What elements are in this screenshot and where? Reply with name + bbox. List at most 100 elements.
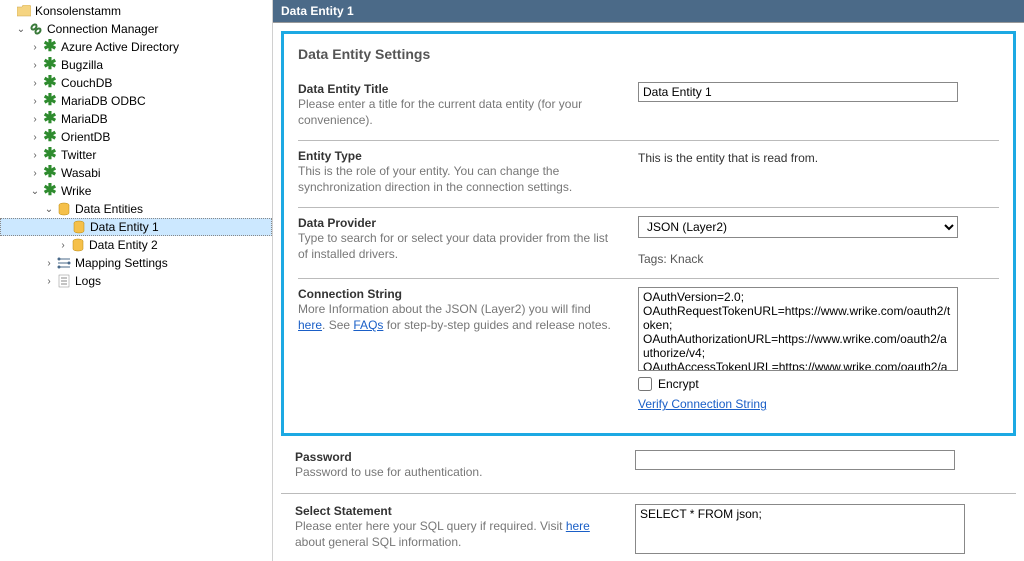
asterisk-icon: ✱ (42, 165, 58, 181)
collapse-icon[interactable]: ⌄ (28, 184, 42, 198)
content-area: Data Entity Settings Data Entity Title P… (273, 23, 1024, 561)
field-label: Password (295, 450, 615, 464)
verify-connection-link[interactable]: Verify Connection String (638, 397, 999, 411)
logs-icon (56, 273, 72, 289)
tree-item-mapping-settings[interactable]: › Mapping Settings (0, 254, 272, 272)
field-description: More Information about the JSON (Layer2)… (298, 302, 618, 333)
database-icon (70, 237, 86, 253)
expand-icon[interactable]: › (28, 94, 42, 108)
collapse-icon[interactable]: ⌄ (14, 22, 28, 36)
expander-icon (2, 4, 16, 18)
tree-item-mariadb-odbc[interactable]: › ✱ MariaDB ODBC (0, 92, 272, 110)
expand-icon[interactable]: › (56, 238, 70, 252)
asterisk-icon: ✱ (42, 57, 58, 73)
tree-item-data-entities[interactable]: ⌄ Data Entities (0, 200, 272, 218)
settings-highlight-box: Data Entity Settings Data Entity Title P… (281, 31, 1016, 436)
field-data-provider: Data Provider Type to search for or sele… (298, 208, 999, 279)
tree-label: Connection Manager (47, 22, 158, 36)
tree-item-couchdb[interactable]: › ✱ CouchDB (0, 74, 272, 92)
tree-item-logs[interactable]: › Logs (0, 272, 272, 290)
connection-string-textarea[interactable] (638, 287, 958, 371)
tree-item-wrike[interactable]: ⌄ ✱ Wrike (0, 182, 272, 200)
asterisk-icon: ✱ (42, 93, 58, 109)
mapping-icon (56, 255, 72, 271)
chain-icon (28, 21, 44, 37)
here-link[interactable]: here (566, 519, 590, 533)
tree-item-data-entity-1[interactable]: Data Entity 1 (0, 218, 272, 236)
field-description: Please enter here your SQL query if requ… (295, 519, 615, 550)
asterisk-icon: ✱ (42, 147, 58, 163)
expander-icon (57, 220, 71, 234)
page-title-bar: Data Entity 1 (273, 0, 1024, 23)
password-input[interactable] (635, 450, 955, 470)
tags-text: Tags: Knack (638, 252, 999, 266)
select-statement-textarea[interactable] (635, 504, 965, 554)
tree-connection-manager[interactable]: ⌄ Connection Manager (0, 20, 272, 38)
field-password: Password Password to use for authenticat… (281, 440, 1016, 494)
tree-item-aad[interactable]: › ✱ Azure Active Directory (0, 38, 272, 56)
tree-label: OrientDB (61, 130, 110, 144)
tree-label: Twitter (61, 148, 96, 162)
expand-icon[interactable]: › (28, 40, 42, 54)
database-icon (71, 219, 87, 235)
tree-label: Logs (75, 274, 101, 288)
data-provider-select[interactable]: JSON (Layer2) (638, 216, 958, 238)
asterisk-icon: ✱ (42, 39, 58, 55)
tree-label: Wrike (61, 184, 91, 198)
tree-item-wasabi[interactable]: › ✱ Wasabi (0, 164, 272, 182)
expand-icon[interactable]: › (28, 148, 42, 162)
expand-icon[interactable]: › (42, 256, 56, 270)
collapse-icon[interactable]: ⌄ (42, 202, 56, 216)
expand-icon[interactable]: › (42, 274, 56, 288)
tree-label: MariaDB ODBC (61, 94, 146, 108)
tree-label: MariaDB (61, 112, 108, 126)
tree-label: Data Entity 2 (89, 238, 158, 252)
main-panel: Data Entity 1 Data Entity Settings Data … (273, 0, 1024, 561)
asterisk-icon: ✱ (42, 129, 58, 145)
field-description: Please enter a title for the current dat… (298, 97, 618, 128)
field-description: Password to use for authentication. (295, 465, 615, 481)
expand-icon[interactable]: › (28, 130, 42, 144)
field-description: Type to search for or select your data p… (298, 231, 618, 262)
field-select-statement: Select Statement Please enter here your … (281, 494, 1016, 561)
tree-label: Konsolenstamm (35, 4, 121, 18)
expand-icon[interactable]: › (28, 112, 42, 126)
field-label: Entity Type (298, 149, 618, 163)
tree-label: Data Entities (75, 202, 143, 216)
expand-icon[interactable]: › (28, 166, 42, 180)
tree-item-data-entity-2[interactable]: › Data Entity 2 (0, 236, 272, 254)
field-label: Select Statement (295, 504, 615, 518)
tree-label: Bugzilla (61, 58, 103, 72)
expand-icon[interactable]: › (28, 76, 42, 90)
field-label: Connection String (298, 287, 618, 301)
page-title: Data Entity 1 (281, 4, 354, 18)
tree-label: Data Entity 1 (90, 220, 159, 234)
expand-icon[interactable]: › (28, 58, 42, 72)
tree-item-bugzilla[interactable]: › ✱ Bugzilla (0, 56, 272, 74)
field-label: Data Entity Title (298, 82, 618, 96)
data-entity-title-input[interactable] (638, 82, 958, 102)
section-title: Data Entity Settings (298, 46, 999, 62)
asterisk-icon: ✱ (42, 183, 58, 199)
field-data-entity-title: Data Entity Title Please enter a title f… (298, 74, 999, 141)
tree-item-twitter[interactable]: › ✱ Twitter (0, 146, 272, 164)
tree-label: Mapping Settings (75, 256, 168, 270)
tree-label: CouchDB (61, 76, 112, 90)
here-link[interactable]: here (298, 318, 322, 332)
asterisk-icon: ✱ (42, 75, 58, 91)
database-icon (56, 201, 72, 217)
tree-label: Azure Active Directory (61, 40, 179, 54)
entity-type-value: This is the entity that is read from. (638, 149, 999, 167)
encrypt-label: Encrypt (658, 377, 699, 391)
encrypt-checkbox[interactable] (638, 377, 652, 391)
tree-label: Wasabi (61, 166, 101, 180)
tree-root[interactable]: Konsolenstamm (0, 2, 272, 20)
tree-item-orientdb[interactable]: › ✱ OrientDB (0, 128, 272, 146)
folder-icon (16, 3, 32, 19)
faqs-link[interactable]: FAQs (353, 318, 383, 332)
tree-item-mariadb[interactable]: › ✱ MariaDB (0, 110, 272, 128)
asterisk-icon: ✱ (42, 111, 58, 127)
field-description: This is the role of your entity. You can… (298, 164, 618, 195)
field-label: Data Provider (298, 216, 618, 230)
tree-sidebar: Konsolenstamm ⌄ Connection Manager › ✱ A… (0, 0, 273, 561)
